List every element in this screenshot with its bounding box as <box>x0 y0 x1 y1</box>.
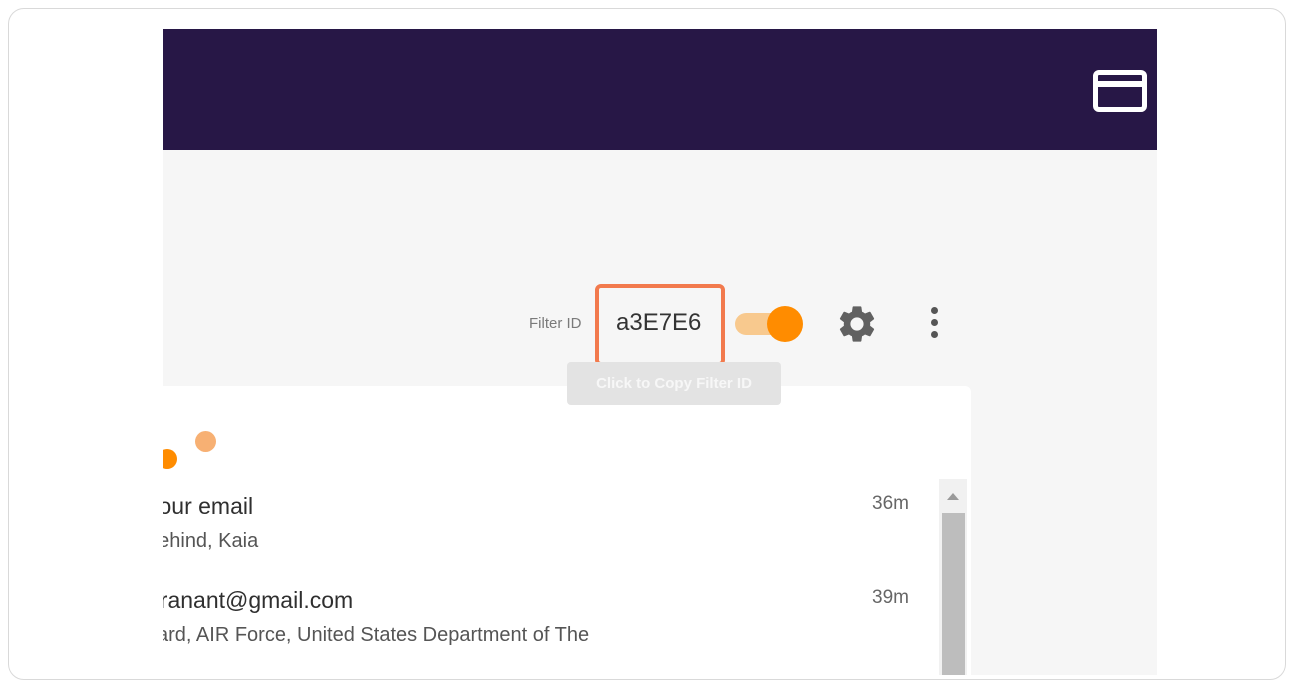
app-viewport: Filter ID a3E7E6 your email behind, Kaia… <box>163 29 1157 675</box>
message-subject: granant@gmail.com <box>163 587 354 613</box>
status-dot <box>195 431 216 452</box>
screenshot-frame: Filter ID a3E7E6 your email behind, Kaia… <box>8 8 1286 680</box>
gear-icon[interactable] <box>835 302 879 346</box>
filter-id-value: a3E7E6 <box>616 309 702 336</box>
status-dot <box>163 449 177 469</box>
app-header <box>163 29 1157 150</box>
copy-filter-id-tooltip: Click to Copy Filter ID <box>567 362 781 405</box>
scrollbar-thumb[interactable] <box>942 513 965 675</box>
kebab-dot <box>931 331 938 338</box>
message-subject: your email <box>163 493 254 519</box>
filter-id-label: Filter ID <box>529 315 582 332</box>
message-snippet: vard, AIR Force, United States Departmen… <box>163 624 590 646</box>
toggle-knob <box>767 306 803 342</box>
kebab-dot <box>931 319 938 326</box>
scrollbar[interactable] <box>939 479 967 675</box>
message-snippet: behind, Kaia <box>163 530 259 552</box>
scroll-up-arrow-icon[interactable] <box>947 493 959 500</box>
filter-id-value-button[interactable]: a3E7E6 <box>595 284 725 366</box>
window-icon[interactable] <box>1093 70 1147 112</box>
message-time: 39m <box>872 587 909 608</box>
kebab-dot <box>931 307 938 314</box>
filter-toggle[interactable] <box>735 306 805 342</box>
message-time: 36m <box>872 493 909 514</box>
more-vertical-icon[interactable] <box>923 305 947 341</box>
message-list-card: your email behind, Kaia 36m granant@gmai… <box>163 386 971 675</box>
